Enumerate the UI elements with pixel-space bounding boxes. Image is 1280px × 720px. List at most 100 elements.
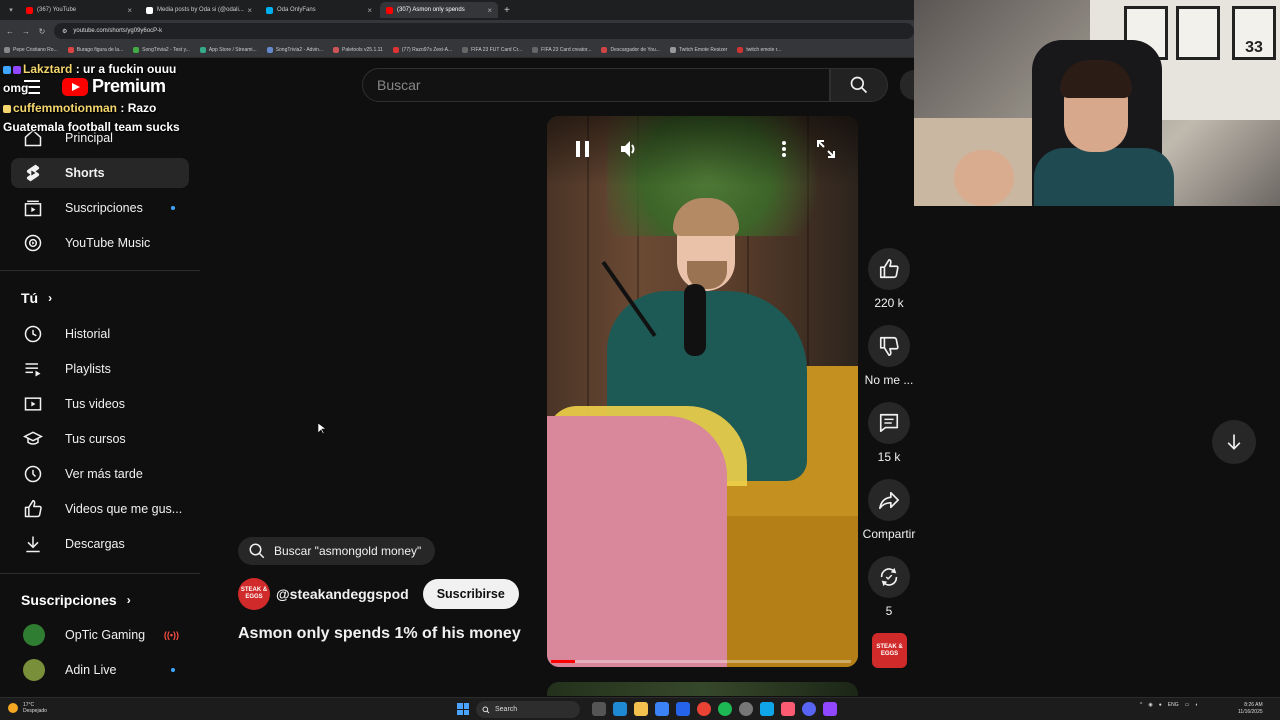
fullscreen-button[interactable] [817,140,835,163]
bookmark-item[interactable]: (77) Razo97s Zest-A... [392,46,452,53]
tab-search-icon[interactable]: ▾ [4,6,18,14]
browser-tab-active[interactable]: (307) Asmon only spends × [380,2,498,18]
bookmark-favicon-icon [133,46,140,53]
bookmark-item[interactable]: Paletools v25.1.11 [333,46,383,53]
photos-icon[interactable] [760,702,774,716]
sidebar-item-shorts[interactable]: Shorts [11,158,189,188]
sidebar-item-youtube-music[interactable]: YouTube Music [11,228,189,258]
task-view-icon[interactable] [592,702,606,716]
mouse-cursor-icon [317,422,327,440]
sidebar-item-label: Videos que me gus... [65,502,183,516]
mail-icon[interactable] [676,702,690,716]
discord-icon[interactable] [802,702,816,716]
edge-icon[interactable] [613,702,627,716]
bookmark-item[interactable]: Pepe Cristiano Ro... [4,46,58,53]
comments-button[interactable] [868,402,910,444]
sidebar-item-suscripciones[interactable]: Suscripciones [11,193,189,223]
subscription-channel[interactable]: OpTic Gaming ((•)) [11,620,189,650]
mic-icon[interactable]: ● [1159,702,1162,708]
bookmark-item[interactable]: FIFA 23 FUT Card Cr... [462,46,523,53]
related-search-chip[interactable]: Buscar "asmongold money" [238,537,435,565]
bookmark-item[interactable]: Descargador de You... [601,46,660,53]
search-input[interactable]: Buscar [362,68,830,102]
close-tab-icon[interactable]: × [487,6,492,15]
subscription-channel-label: Adin Live [65,663,117,677]
monitor-icon[interactable]: ▭ [1185,702,1190,708]
remix-button[interactable] [868,556,910,598]
stream-chat-overlay: Lakztard : ur a fuckin ouuu omg cuffemmo… [3,60,203,137]
taskbar-apps [592,702,837,716]
sidebar-item-ver-m-s-tarde[interactable]: Ver más tarde [11,459,189,489]
language-indicator[interactable]: ENG [1168,702,1179,708]
network-icon[interactable]: ◉ [1148,702,1152,708]
itunes-icon[interactable] [781,702,795,716]
close-tab-icon[interactable]: × [127,6,132,15]
clock-time: 8:26 AM [1244,702,1263,708]
more-options-button[interactable] [781,140,787,163]
subscribe-button[interactable]: Suscribirse [422,579,519,609]
bookmark-label: FIFA 23 FUT Card Cr... [471,46,523,53]
twitch-icon[interactable] [823,702,837,716]
volume-button[interactable] [619,140,639,163]
new-tab-icon[interactable]: + [504,5,510,16]
sidebar-item-playlists[interactable]: Playlists [11,354,189,384]
spotify-icon[interactable] [718,702,732,716]
subscription-channel[interactable]: Adin Live [11,655,189,685]
share-button[interactable] [868,479,910,521]
sidebar-item-historial[interactable]: Historial [11,319,189,349]
weather-widget[interactable]: 17°C Despejado [8,702,47,714]
bookmark-item[interactable]: SongTrivia2 - Advin... [266,46,323,53]
bookmark-item[interactable]: SongTrivia2 - Test y... [133,46,190,53]
sidebar-item-tus-cursos[interactable]: Tus cursos [11,424,189,454]
you-section-title[interactable]: Tú › [21,290,52,306]
sidebar-item-descargas[interactable]: Descargas [11,529,189,559]
close-tab-icon[interactable]: × [367,6,372,15]
like-button[interactable] [868,248,910,290]
video-progress-bar[interactable] [551,660,851,663]
search-button[interactable] [830,68,888,102]
forward-icon[interactable]: → [22,27,30,36]
search-placeholder: Buscar [377,77,421,93]
channel-avatar[interactable]: STEAK & EGGS [238,578,270,610]
browser-tab[interactable]: Media posts by Oda si (@odali... × [140,2,258,18]
taskbar-clock[interactable]: 8:26 AM 11/16/2025 [1238,702,1263,716]
sidebar-item-label: Playlists [65,362,111,376]
taskbar-search[interactable]: Search [476,701,580,718]
voice-search-button[interactable] [900,70,914,100]
bookmark-item[interactable]: App Store / Streami... [199,46,257,53]
pause-button[interactable] [575,140,591,163]
sidebar-item-videos-que-me-gus[interactable]: Videos que me gus... [11,494,189,524]
store-icon[interactable] [655,702,669,716]
bookmark-item[interactable]: twitch emote r... [737,46,781,53]
close-tab-icon[interactable]: × [247,6,252,15]
browser-tab[interactable]: Oda OnlyFans × [260,2,378,18]
next-short-button[interactable] [1212,420,1256,464]
reload-icon[interactable]: ↻ [38,27,46,36]
short-video-player[interactable] [547,116,858,667]
dislike-button[interactable] [868,325,910,367]
channel-handle[interactable]: @steakandeggspod [276,586,409,602]
back-icon[interactable]: ← [6,27,14,36]
channel-thumbnail[interactable]: STEAK & EGGS [872,633,907,668]
volume-icon[interactable]: ◐ [1195,702,1198,708]
subscriptions-section-title[interactable]: Suscripciones › [21,592,131,608]
bookmark-item[interactable]: Burago figura de la... [67,46,123,53]
bookmark-item[interactable]: Twitch Emote Resizer [669,46,727,53]
next-short-preview[interactable] [547,682,858,696]
sidebar-item-tus-videos[interactable]: Tus videos [11,389,189,419]
url-field[interactable]: ⚙ youtube.com/shorts/yg09y6ocP-k [54,23,914,39]
bookmark-favicon-icon [669,46,676,53]
bookmark-item[interactable]: FIFA 23 Card creator... [532,46,591,53]
bookmark-label: SongTrivia2 - Test y... [142,46,190,53]
browser-tab[interactable]: (367) YouTube × [20,2,138,18]
windows-start-icon[interactable] [457,703,469,715]
site-info-icon[interactable]: ⚙ [62,28,67,35]
tab-label: Oda OnlyFans [277,7,316,13]
chrome-icon[interactable] [697,702,711,716]
tray-chevron-icon[interactable]: ^ [1140,702,1142,708]
sidebar-item-label: Historial [65,327,111,341]
settings-icon[interactable] [739,702,753,716]
shorts-icon [26,164,40,182]
short-title[interactable]: Asmon only spends 1% of his money [238,625,521,643]
file-explorer-icon[interactable] [634,702,648,716]
